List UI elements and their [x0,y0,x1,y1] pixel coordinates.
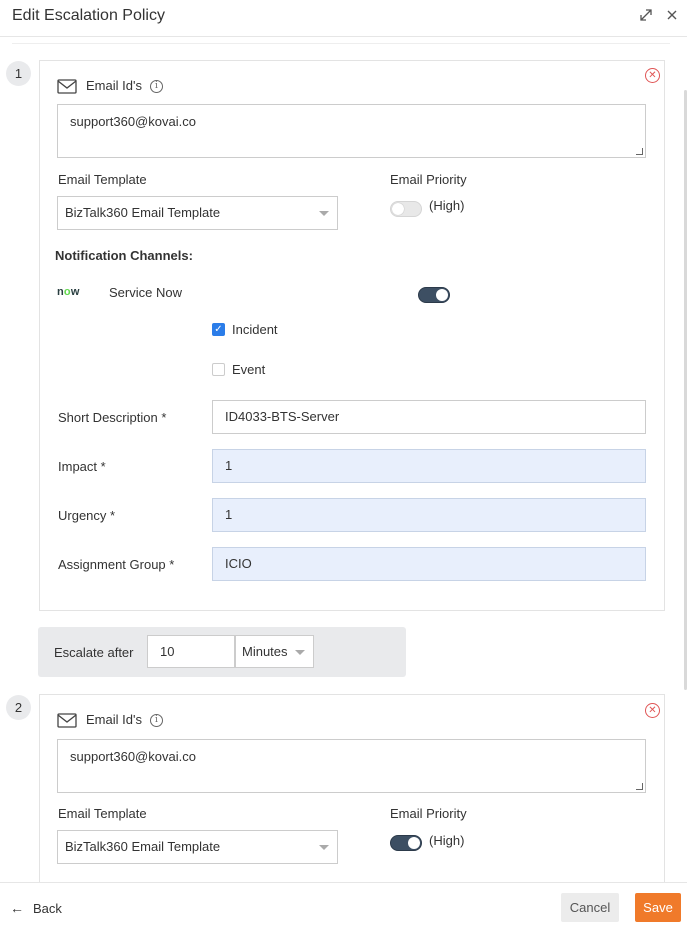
escalation-step-card: ✕ Email Id's i support360@kovai.co Email… [39,694,665,882]
mail-icon [57,713,77,728]
chevron-down-icon [295,650,305,655]
service-now-toggle[interactable] [418,287,450,303]
service-now-label: Service Now [109,285,182,300]
divider [12,43,670,44]
short-description-input[interactable]: ID4033-BTS-Server [212,400,646,434]
urgency-input[interactable]: 1 [212,498,646,532]
notification-channels-label: Notification Channels: [55,248,193,263]
email-priority-text: (High) [429,833,465,848]
urgency-label: Urgency * [58,508,116,523]
email-ids-textarea[interactable]: support360@kovai.co [57,104,646,158]
escalate-unit-select[interactable]: Minutes [235,635,314,668]
assignment-group-input[interactable]: ICIO [212,547,646,581]
dialog-header: Edit Escalation Policy [0,0,687,37]
email-template-label: Email Template [58,172,147,187]
arrow-left-icon: ← [10,900,24,916]
step-number: 1 [6,61,31,86]
email-ids-label: Email Id's [86,712,142,727]
escalation-step-card: ✕ Email Id's i support360@kovai.co Email… [39,60,665,611]
email-template-select[interactable]: BizTalk360 Email Template [57,196,338,230]
email-ids-label: Email Id's [86,78,142,93]
email-priority-label: Email Priority [390,806,467,821]
escalate-after-label: Escalate after [54,645,134,660]
email-ids-value: support360@kovai.co [70,749,196,764]
close-icon[interactable] [664,8,680,24]
servicenow-logo: now [57,286,80,298]
dialog-title: Edit Escalation Policy [12,7,165,24]
impact-input[interactable]: 1 [212,449,646,483]
remove-step-icon[interactable]: ✕ [645,703,660,718]
email-priority-text: (High) [429,198,465,213]
incident-label: Incident [232,322,278,337]
chevron-down-icon [319,211,329,216]
escalate-after-input[interactable]: 10 [147,635,235,668]
short-description-label: Short Description * [58,410,167,425]
mail-icon [57,79,77,94]
email-priority-toggle[interactable] [390,201,422,217]
back-label: Back [33,901,62,916]
escalate-after-panel: Escalate after 10 Minutes [38,627,406,677]
resize-grip[interactable] [636,783,643,790]
event-label: Event [232,362,266,377]
email-ids-value: support360@kovai.co [70,114,196,129]
save-button[interactable]: Save [635,893,681,922]
email-template-select[interactable]: BizTalk360 Email Template [57,830,338,864]
event-checkbox[interactable] [212,363,225,376]
chevron-down-icon [319,845,329,850]
back-button[interactable]: ← Back [10,900,62,916]
resize-grip[interactable] [636,148,643,155]
info-icon[interactable]: i [150,714,163,727]
incident-checkbox[interactable]: ✓ [212,323,225,336]
email-template-value: BizTalk360 Email Template [65,205,221,220]
cancel-button[interactable]: Cancel [561,893,619,922]
email-priority-label: Email Priority [390,172,467,187]
email-priority-toggle[interactable] [390,835,422,851]
impact-label: Impact * [58,459,106,474]
email-ids-textarea[interactable]: support360@kovai.co [57,739,646,793]
remove-step-icon[interactable]: ✕ [645,68,660,83]
info-icon[interactable]: i [150,80,163,93]
expand-icon[interactable] [638,8,654,24]
email-template-label: Email Template [58,806,147,821]
step-number: 2 [6,695,31,720]
escalate-unit-value: Minutes [242,644,288,659]
email-template-value: BizTalk360 Email Template [65,839,221,854]
assignment-group-label: Assignment Group * [58,557,175,572]
dialog-footer: ← Back Cancel Save [0,882,687,929]
